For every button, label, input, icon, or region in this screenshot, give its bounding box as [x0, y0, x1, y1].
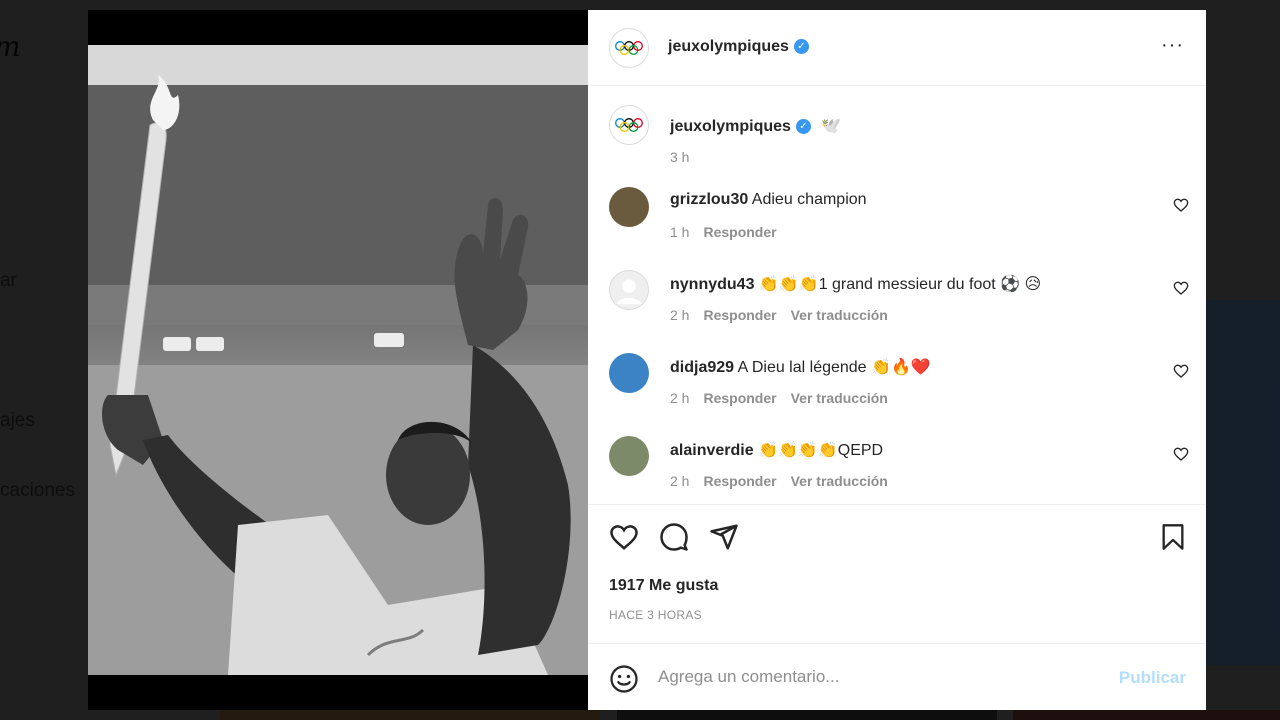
- comment-bubble-icon[interactable]: [659, 522, 689, 552]
- comment-time: 1 h: [670, 224, 690, 240]
- verified-badge-icon: ✓: [793, 39, 809, 55]
- comment-body: 👏👏👏1 grand messieur du foot ⚽ 😥: [758, 276, 1042, 293]
- photo-illustration: [88, 45, 588, 675]
- translate-button[interactable]: Ver traducción: [791, 307, 888, 323]
- comment-text: alainverdie 👏👏👏👏QEPD: [670, 440, 883, 460]
- commenter-avatar[interactable]: [609, 187, 649, 227]
- like-comment-heart-icon[interactable]: [1173, 197, 1189, 213]
- caption-username[interactable]: jeuxolympiques ✓ 🕊️: [670, 116, 841, 136]
- comment-username[interactable]: didja929: [670, 359, 734, 376]
- comment-body: Adieu champion: [751, 191, 867, 208]
- comment-meta: 1 h Responder: [670, 224, 805, 240]
- emoji-picker-icon[interactable]: [609, 664, 639, 694]
- save-bookmark-icon[interactable]: [1159, 522, 1187, 552]
- author-username[interactable]: jeuxolympiques ✓: [668, 38, 809, 56]
- comment-meta: 2 h Responder Ver traducción: [670, 307, 902, 323]
- comment-username[interactable]: alainverdie: [670, 442, 754, 459]
- caption-username-label: jeuxolympiques: [670, 118, 791, 135]
- post-media: [88, 10, 588, 710]
- comment-body: 👏👏👏👏QEPD: [758, 442, 884, 459]
- translate-button[interactable]: Ver traducción: [791, 390, 888, 406]
- caption-author-avatar[interactable]: [609, 105, 649, 145]
- add-comment-bar: Publicar: [588, 643, 1206, 710]
- publish-button[interactable]: Publicar: [1119, 668, 1186, 688]
- comment-time: 2 h: [670, 390, 690, 406]
- reply-button[interactable]: Responder: [703, 307, 776, 323]
- author-username-label: jeuxolympiques: [668, 38, 789, 55]
- comment-meta: 2 h Responder Ver traducción: [670, 390, 902, 406]
- comment-input[interactable]: [658, 662, 1098, 692]
- post-caption: jeuxolympiques ✓ 🕊️ 3 h: [609, 105, 841, 165]
- post-photo: [88, 45, 588, 675]
- comment-item: didja929 A Dieu lal légende 👏🔥❤️ 2 h Resp…: [609, 353, 1189, 423]
- comment-time: 2 h: [670, 473, 690, 489]
- post-header: jeuxolympiques ✓ ···: [588, 10, 1206, 86]
- like-comment-heart-icon[interactable]: [1173, 280, 1189, 296]
- translate-button[interactable]: Ver traducción: [791, 473, 888, 489]
- post-timestamp: HACE 3 HORAS: [609, 608, 702, 622]
- more-options-icon[interactable]: ···: [1161, 34, 1184, 57]
- comment-time: 2 h: [670, 307, 690, 323]
- like-comment-heart-icon[interactable]: [1173, 363, 1189, 379]
- reply-button[interactable]: Responder: [703, 224, 776, 240]
- comment-meta: 2 h Responder Ver traducción: [670, 473, 902, 489]
- comment-username[interactable]: grizzlou30: [670, 191, 748, 208]
- like-heart-icon[interactable]: [609, 522, 639, 552]
- comments-section[interactable]: jeuxolympiques ✓ 🕊️ 3 h grizzlou30 Adieu …: [588, 87, 1206, 505]
- caption-text: 🕊️: [821, 118, 842, 135]
- commenter-avatar[interactable]: [609, 270, 649, 310]
- comment-item: nynnydu43 👏👏👏1 grand messieur du foot ⚽ …: [609, 270, 1189, 340]
- comment-text: didja929 A Dieu lal légende 👏🔥❤️: [670, 357, 931, 377]
- comment-body: A Dieu lal légende 👏🔥❤️: [737, 359, 931, 376]
- likes-count[interactable]: 1917 Me gusta: [609, 577, 718, 595]
- comment-item: alainverdie 👏👏👏👏QEPD 2 h Responder Ver tra…: [609, 436, 1189, 506]
- caption-time: 3 h: [670, 149, 690, 165]
- reply-button[interactable]: Responder: [703, 473, 776, 489]
- commenter-avatar[interactable]: [609, 436, 649, 476]
- post-modal: jeuxolympiques ✓ ··· jeuxolympiques ✓ 🕊️…: [88, 10, 1206, 710]
- default-avatar-icon: [616, 279, 642, 305]
- reply-button[interactable]: Responder: [703, 390, 776, 406]
- post-details-panel: jeuxolympiques ✓ ··· jeuxolympiques ✓ 🕊️…: [588, 10, 1206, 710]
- comment-item: grizzlou30 Adieu champion 1 h Responder: [609, 187, 1189, 257]
- like-comment-heart-icon[interactable]: [1173, 446, 1189, 462]
- olympic-rings-icon: [615, 41, 643, 55]
- commenter-avatar[interactable]: [609, 353, 649, 393]
- olympic-rings-icon: [615, 118, 643, 132]
- comment-username[interactable]: nynnydu43: [670, 276, 754, 293]
- share-send-icon[interactable]: [709, 522, 739, 552]
- comment-text: grizzlou30 Adieu champion: [670, 191, 867, 209]
- author-avatar[interactable]: [609, 28, 649, 68]
- verified-badge-icon: ✓: [795, 119, 811, 135]
- comment-text: nynnydu43 👏👏👏1 grand messieur du foot ⚽ …: [670, 274, 1041, 294]
- post-actions-bar: [588, 506, 1206, 566]
